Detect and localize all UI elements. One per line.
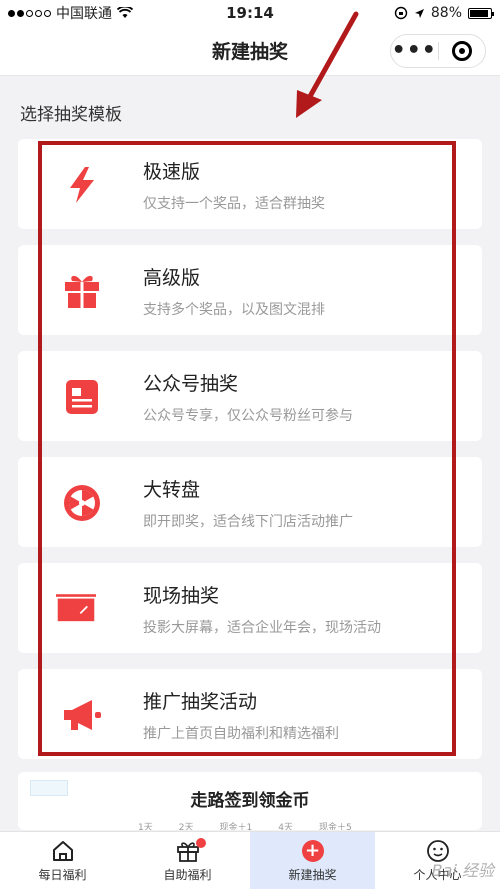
banner-step: 现金＋1 [219,823,253,830]
gift-icon [176,838,206,864]
tab-bar: 每日福利 自助福利 + 新建抽奖 个人中心 [0,831,500,889]
tab-label: 新建抽奖 [288,868,337,882]
tab-label: 自助福利 [163,868,212,882]
home-icon [51,838,75,864]
tab-label: 每日福利 [38,868,87,882]
plus-icon: + [301,838,324,864]
tab-daily-welfare[interactable]: 每日福利 [0,832,125,889]
notification-badge [195,838,206,848]
banner-steps: 1天 2天 现金＋1 4天 现金＋5 [138,820,352,830]
walk-signin-banner[interactable]: 走路签到领金币 1天 2天 现金＋1 4天 现金＋5 [18,772,482,830]
tab-label: 个人中心 [413,868,462,882]
banner-step: 现金＋5 [318,823,352,830]
smiley-icon [426,838,450,864]
tab-self-service-welfare[interactable]: 自助福利 [125,832,250,889]
tab-new-lottery[interactable]: + 新建抽奖 [250,832,375,889]
banner-step: 1天 [138,823,153,830]
banner-step: 4天 [278,823,293,830]
banner-step: 2天 [178,823,194,830]
arrow-annotation [296,11,359,118]
banner-title: 走路签到领金币 [190,791,310,811]
tab-personal-center[interactable]: 个人中心 [375,832,500,889]
